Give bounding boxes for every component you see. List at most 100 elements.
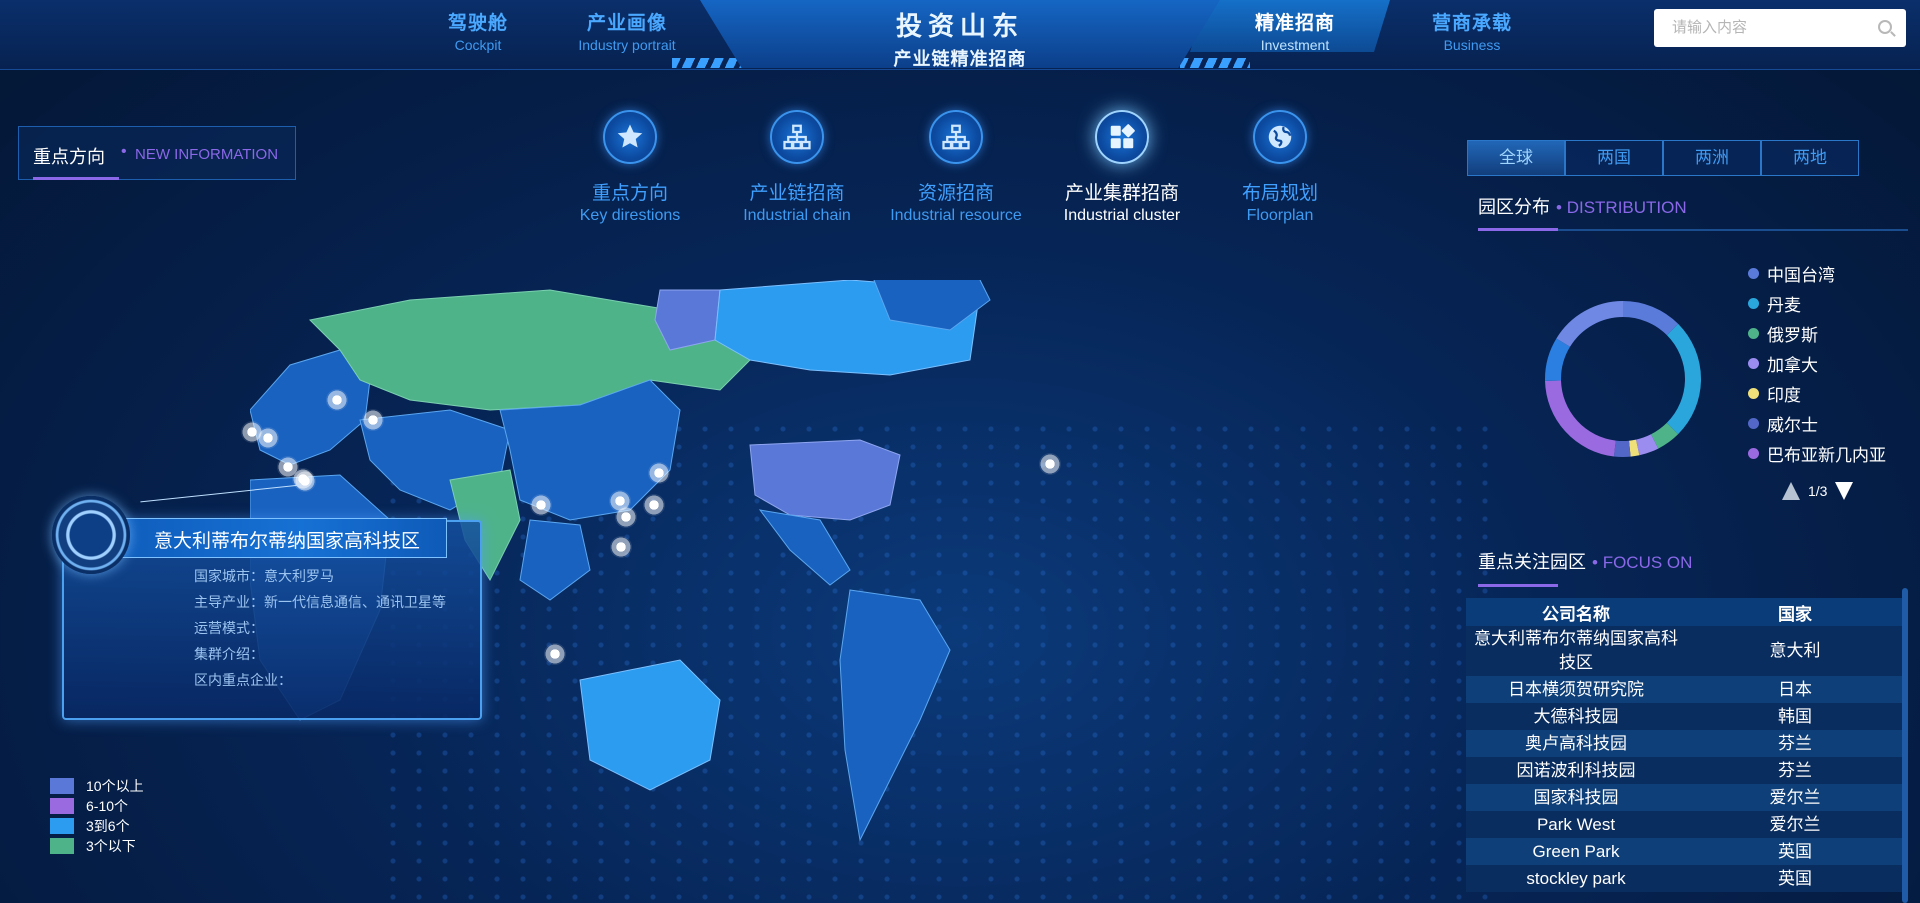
nav-item-label: 精准招商 [1254, 13, 1335, 34]
map-marker[interactable] [643, 494, 665, 516]
table-row[interactable]: 奥卢高科技园 芬兰 [1466, 730, 1904, 757]
cell-country: 意大利 [1686, 626, 1904, 676]
menu-item-key-directions[interactable]: 重点方向 Key direstions [540, 110, 720, 225]
distribution-donut-chart[interactable] [1538, 294, 1708, 464]
donut-legend-label: 巴布亚新几内亚 [1767, 445, 1886, 465]
donut-legend-label: 加拿大 [1767, 355, 1818, 375]
cell-country: 芬兰 [1686, 730, 1904, 757]
nav-item-business[interactable]: 营商承载 Business [1422, 8, 1522, 53]
page-down-icon[interactable] [1835, 482, 1854, 500]
menu-item-industrial-resource[interactable]: 资源招商 Industrial resource [866, 110, 1046, 225]
table-header-country[interactable]: 国家 [1686, 598, 1904, 626]
nav-item-label: 产业画像 [586, 13, 667, 34]
donut-legend-item[interactable]: 印度 [1748, 378, 1886, 408]
nav-item-sublabel: Cockpit [454, 37, 502, 53]
page-indicator: 1/3 [1808, 483, 1828, 499]
donut-legend-label: 威尔士 [1767, 415, 1818, 435]
legend-dot [1748, 417, 1759, 429]
menu-item-label: 产业集群招商 [1064, 183, 1179, 204]
legend-label: 6-10个 [86, 798, 129, 814]
donut-legend-item[interactable]: 巴布亚新几内亚 [1748, 438, 1886, 468]
menu-item-industrial-cluster[interactable]: 产业集群招商 Industrial cluster [1032, 110, 1212, 225]
cell-company: 大德科技园 [1466, 703, 1686, 730]
donut-legend-item[interactable]: 加拿大 [1748, 348, 1886, 378]
donut-legend-item[interactable]: 中国台湾 [1748, 258, 1886, 288]
tab-two-countries[interactable]: 两国 [1565, 140, 1663, 176]
table-row[interactable]: Green Park 英国 [1466, 838, 1904, 865]
legend-dot [1748, 267, 1759, 279]
section-accent [1478, 228, 1558, 231]
map-marker[interactable] [362, 409, 384, 431]
donut-legend-item[interactable]: 威尔士 [1748, 408, 1886, 438]
donut-legend-item[interactable]: 丹麦 [1748, 288, 1886, 318]
distribution-title-text: 园区分布 [1478, 197, 1550, 217]
title-separator-dot: • [121, 143, 127, 160]
tab-two-continents[interactable]: 两洲 [1663, 140, 1761, 176]
legend-swatch [50, 818, 74, 834]
menu-item-floorplan[interactable]: 布局规划 Floorplan [1190, 110, 1370, 225]
nav-item-industry-portrait[interactable]: 产业画像 Industry portrait [562, 8, 692, 53]
legend-label: 3个以下 [86, 838, 136, 854]
distribution-title: 园区分布 • DISTRIBUTION [1478, 193, 1687, 219]
legend-swatch [50, 838, 74, 854]
table-row[interactable]: 日本横须贺研究院 日本 [1466, 676, 1904, 703]
nav-item-sublabel: Investment [1260, 37, 1330, 53]
focus-title-text: 重点关注园区 [1478, 552, 1586, 572]
cell-country: 爱尔兰 [1686, 784, 1904, 811]
legend-dot [1748, 297, 1759, 309]
globe-icon [1253, 110, 1307, 164]
cell-company: 意大利蒂布尔蒂纳国家高科技区 [1466, 626, 1686, 676]
focus-subtitle-text: FOCUS ON [1602, 553, 1693, 572]
tab-two-places[interactable]: 两地 [1761, 140, 1859, 176]
hierarchy-icon [770, 110, 824, 164]
map-marker[interactable] [257, 427, 279, 449]
focus-table: 公司名称 国家 意大利蒂布尔蒂纳国家高科技区 意大利 日本横须贺研究院 日本 大德科… [1466, 598, 1904, 903]
cell-country: 英国 [1686, 838, 1904, 865]
map-marker[interactable] [610, 536, 632, 558]
table-row[interactable]: Park West 爱尔兰 [1466, 811, 1904, 838]
table-scrollbar[interactable] [1902, 588, 1908, 903]
top-nav-bar: 驾驶舱 Cockpit 产业画像 Industry portrait 投资山东 … [0, 0, 1920, 70]
legend-dot [1748, 387, 1759, 399]
info-card-row: 国家城市：意大利罗马 [194, 568, 334, 584]
menu-item-label: 资源招商 [917, 183, 994, 204]
cell-company: stockley park [1466, 865, 1686, 892]
map-marker[interactable] [544, 643, 566, 665]
nav-item-investment[interactable]: 精准招商 Investment [1240, 8, 1350, 53]
map-marker[interactable] [1039, 453, 1061, 475]
table-row[interactable]: 因诺波利科技园 芬兰 [1466, 757, 1904, 784]
left-panel-header: 重点方向 • NEW INFORMATION [18, 126, 296, 180]
section-accent [1478, 584, 1558, 587]
app-title-sub: 产业链精准招商 [893, 49, 1027, 69]
search-input[interactable] [1672, 9, 1872, 45]
map-marker[interactable] [294, 470, 316, 492]
cell-company: Park West [1466, 811, 1686, 838]
menu-item-sublabel: Floorplan [1246, 207, 1314, 224]
legend-label: 10个以上 [86, 778, 144, 794]
table-row[interactable]: 大德科技园 韩国 [1466, 703, 1904, 730]
table-row[interactable]: stockley park 英国 [1466, 865, 1904, 892]
table-row[interactable]: 国家科技园 爱尔兰 [1466, 784, 1904, 811]
page-up-icon[interactable] [1782, 482, 1800, 500]
tab-global[interactable]: 全球 [1467, 140, 1565, 176]
map-region-australia [579, 659, 721, 791]
map-marker[interactable] [530, 494, 552, 516]
map-marker[interactable] [648, 462, 670, 484]
legend-item: 3个以下 [50, 836, 144, 856]
legend-item: 6-10个 [50, 796, 144, 816]
search-icon[interactable] [1878, 20, 1892, 34]
map-marker[interactable] [615, 506, 637, 528]
nav-item-cockpit[interactable]: 驾驶舱 Cockpit [428, 8, 528, 53]
menu-item-industrial-chain[interactable]: 产业链招商 Industrial chain [707, 110, 887, 225]
star-icon [603, 110, 657, 164]
cell-country: 芬兰 [1686, 757, 1904, 784]
donut-legend-item[interactable]: 俄罗斯 [1748, 318, 1886, 348]
nav-item-sublabel: Business [1443, 37, 1501, 53]
cell-country: 韩国 [1686, 703, 1904, 730]
map-legend: 10个以上 6-10个 3到6个 3个以下 [50, 776, 144, 856]
map-marker[interactable] [326, 389, 348, 411]
legend-item: 3到6个 [50, 816, 144, 836]
table-header-company[interactable]: 公司名称 [1466, 598, 1686, 626]
legend-dot [1748, 447, 1759, 459]
table-row[interactable]: 意大利蒂布尔蒂纳国家高科技区 意大利 [1466, 626, 1904, 676]
